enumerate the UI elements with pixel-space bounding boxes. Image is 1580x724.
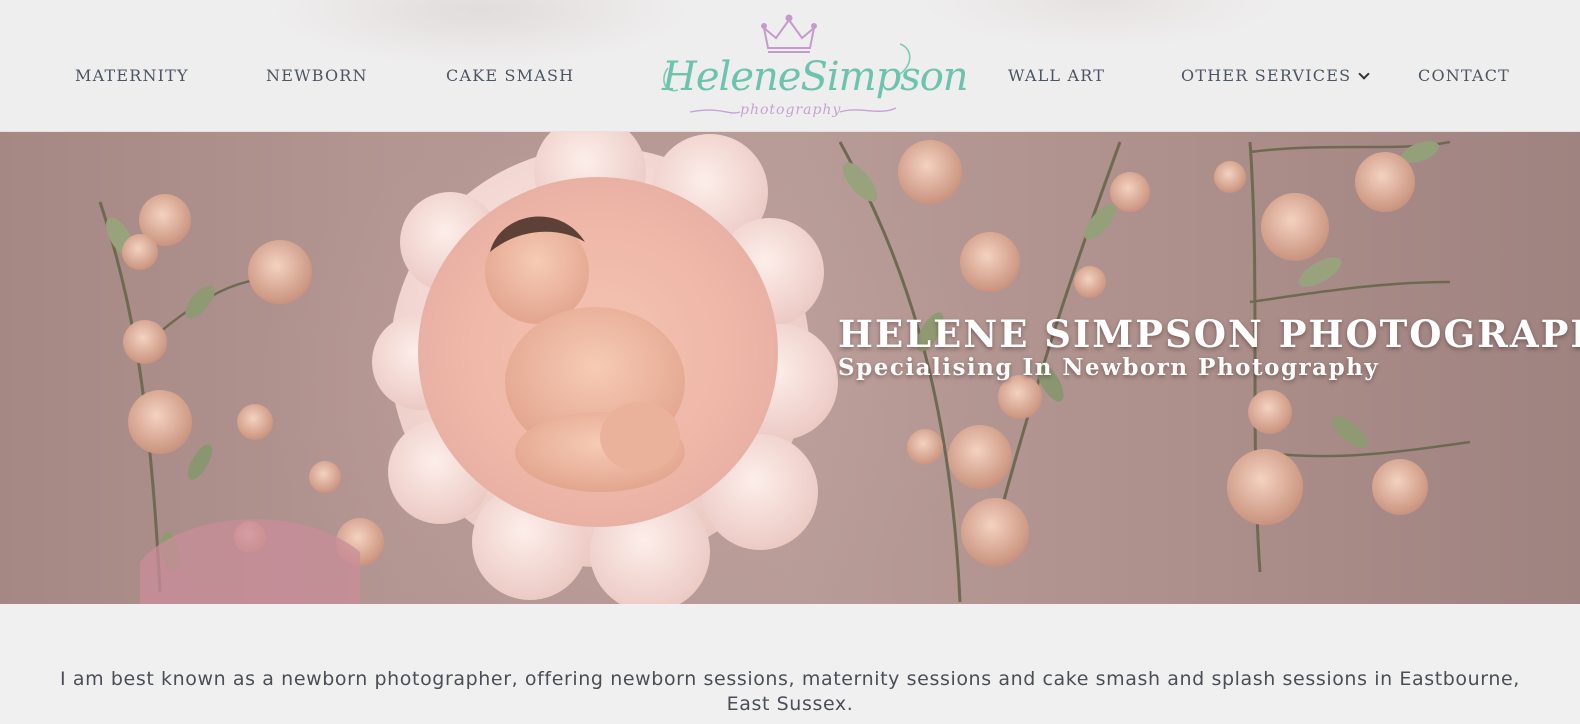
hero-subtitle: Specialising In Newborn Photography bbox=[838, 354, 1380, 381]
nav-other-services[interactable]: OTHER SERVICES bbox=[1181, 66, 1370, 85]
site-logo[interactable]: HeleneSimpson photography bbox=[660, 8, 969, 126]
logo-subtitle: photography bbox=[740, 102, 842, 118]
hero-title: HELENE SIMPSON PHOTOGRAPHY bbox=[838, 312, 1580, 356]
nav-newborn[interactable]: NEWBORN bbox=[266, 66, 368, 85]
nav-contact[interactable]: CONTACT bbox=[1418, 66, 1510, 85]
nav-other-services-label: OTHER SERVICES bbox=[1181, 66, 1352, 85]
nav-cake-smash[interactable]: CAKE SMASH bbox=[446, 66, 574, 85]
nav-maternity[interactable]: MATERNITY bbox=[75, 66, 189, 85]
site-header: MATERNITY NEWBORN CAKE SMASH HeleneSimps… bbox=[0, 0, 1580, 132]
intro-text: I am best known as a newborn photographe… bbox=[60, 668, 1520, 715]
chevron-down-icon bbox=[1358, 68, 1370, 80]
hero-banner: HELENE SIMPSON PHOTOGRAPHY Specialising … bbox=[0, 132, 1580, 604]
nav-wall-art[interactable]: WALL ART bbox=[1008, 66, 1105, 85]
logo-script-text: HeleneSimpson bbox=[662, 54, 969, 100]
